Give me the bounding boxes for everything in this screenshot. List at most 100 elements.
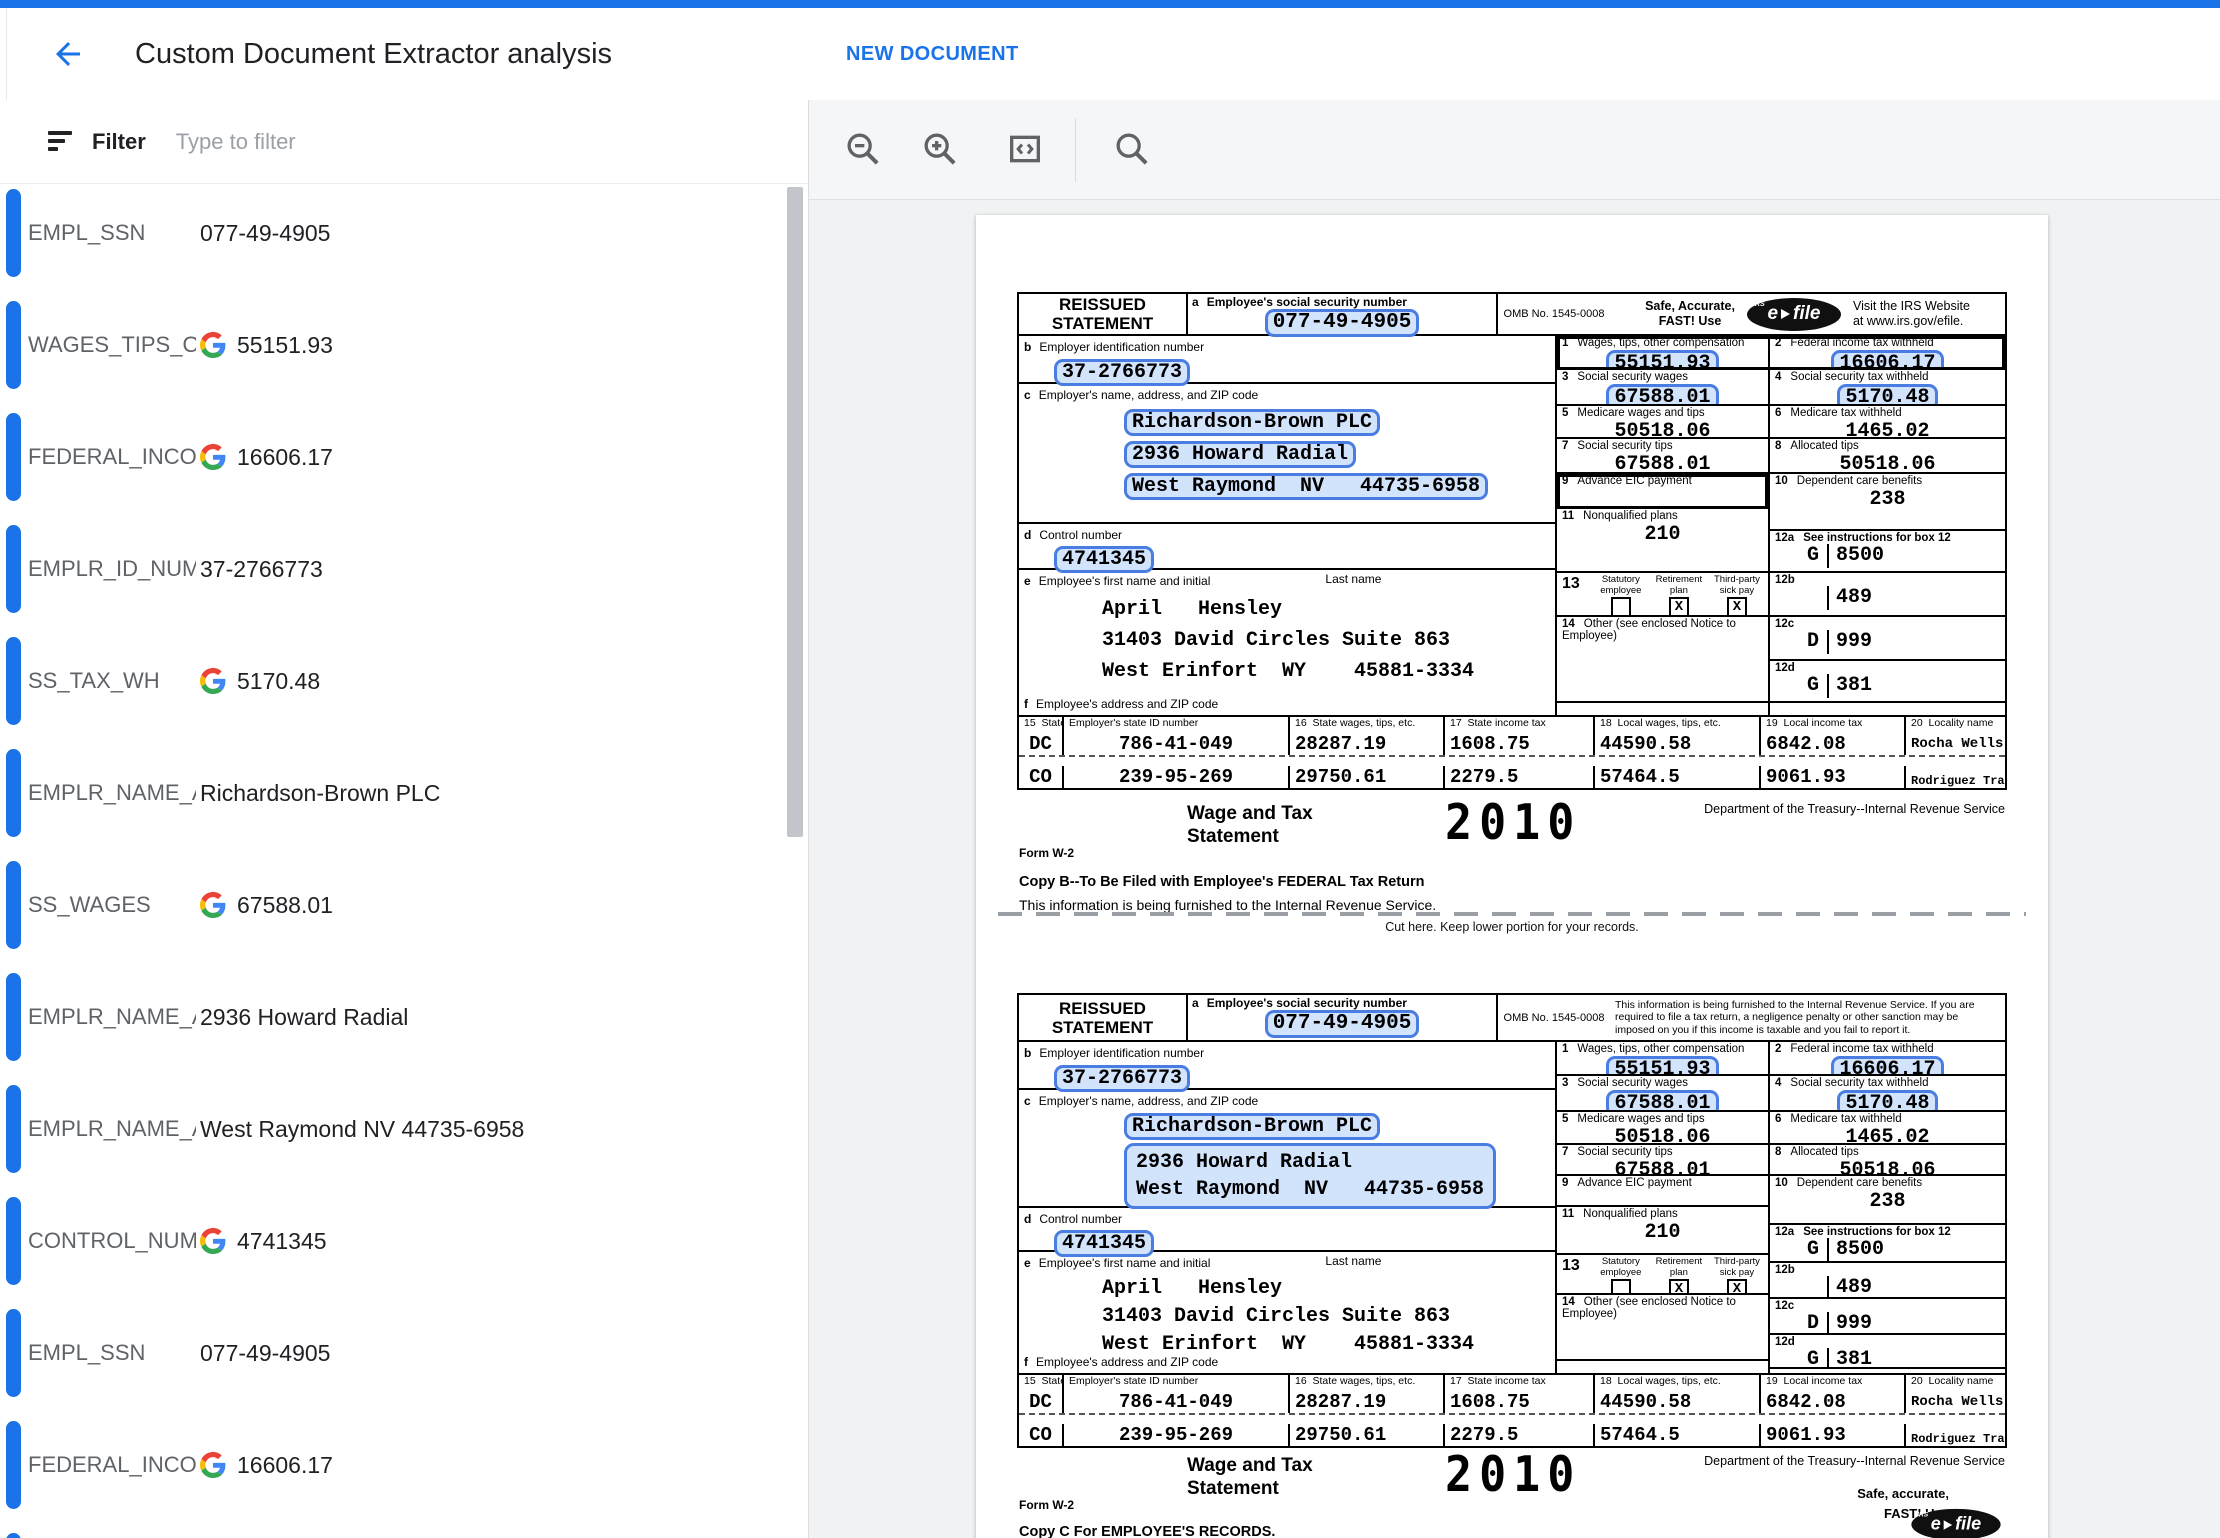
field-row-federal-income-2[interactable]: FEDERAL_INCOM…16606.17 (0, 1421, 790, 1509)
w2-box-c-employer: cEmployer's name, address, and ZIP code … (1019, 384, 1555, 524)
field-row-emplr-street[interactable]: EMPLR_NAME_AD…2936 Howard Radial (0, 973, 790, 1061)
address-group-highlight: 2936 Howard RadialWest Raymond NV 44735-… (1124, 1143, 1496, 1209)
filter-input[interactable] (174, 128, 698, 156)
efile-logo: IRSefile (1747, 298, 1841, 331)
w2-box13-checkboxes: 13 Statutory employee Retirement planX T… (1557, 573, 1768, 617)
w2-box9: 9Advance EIC payment (1557, 474, 1768, 509)
w2-box-a-ssn: aEmployee's social security number 077-4… (1188, 995, 1498, 1040)
field-label: EMPLR_NAME_AD… (28, 1004, 196, 1030)
w2-box14: 14Other (see enclosed Notice to Employee… (1557, 617, 1768, 703)
efile-logo: IRSefile (1911, 1509, 2000, 1538)
filter-label: Filter (92, 129, 146, 155)
field-highlight-bar (6, 1533, 21, 1538)
w2-box14: 14Other (see enclosed Notice to Employee… (1557, 1295, 1768, 1361)
w2-footer-copy-b: Wage and TaxStatement Form W-2 2010 Depa… (1017, 790, 2007, 925)
w2-box-b-ein: bEmployer identification number 37-27667… (1019, 1042, 1555, 1090)
document-viewer: REISSUEDSTATEMENT aEmployee's social sec… (809, 100, 2220, 1538)
field-value: 5170.48 (200, 668, 320, 695)
crop-region-button[interactable] (1003, 127, 1047, 171)
search-button[interactable] (1110, 127, 1154, 171)
field-row-emplr-id[interactable]: EMPLR_ID_NUMB…37-2766773 (0, 525, 790, 613)
field-row-control-number[interactable]: CONTROL_NUMBER4741345 (0, 1197, 790, 1285)
field-row-emplr-name[interactable]: EMPLR_NAME_AD…Richardson-Brown PLC (0, 749, 790, 837)
w2-box12b: 12b489 (1770, 1263, 2005, 1299)
w2-box-e-employee: eEmployee's first name and initialLast n… (1019, 570, 1555, 703)
list-scrollbar-thumb[interactable] (787, 187, 803, 837)
new-document-button[interactable]: NEW DOCUMENT (846, 8, 1019, 100)
w2-box-b-ein: bEmployer identification number 37-27667… (1019, 336, 1555, 384)
statutory-checkbox (1611, 1279, 1631, 1295)
top-accent-bar (0, 0, 2220, 8)
app-header: Custom Document Extractor analysis NEW D… (0, 8, 2220, 101)
field-row-ss-wages[interactable]: SS_WAGES67588.01 (0, 861, 790, 949)
document-viewport[interactable]: REISSUEDSTATEMENT aEmployee's social sec… (809, 199, 2220, 1538)
cut-here-dashed-line (998, 912, 2026, 916)
field-value: 077-49-4905 (200, 1340, 330, 1367)
field-row-emplr-city[interactable]: EMPLR_NAME_AD…West Raymond NV 44735-6958 (0, 1085, 790, 1173)
w2-box-c-employer: cEmployer's name, address, and ZIP code … (1019, 1090, 1555, 1208)
w2-omb: OMB No. 1545-0008 (1498, 995, 1610, 1040)
w2-footer-copy-c: Wage and TaxStatement Form W-2 2010 Depa… (1017, 1448, 2007, 1538)
field-label: FEDERAL_INCOM… (28, 444, 196, 470)
search-icon (1112, 129, 1152, 169)
w2-box4: 4Social security tax withheld5170.48 (1770, 1076, 2005, 1112)
w2-box2: 2Federal income tax withheld16606.17 (1770, 1042, 2005, 1076)
zoom-out-button[interactable] (841, 127, 885, 171)
field-label: EMPLR_ID_NUMB… (28, 556, 196, 582)
google-icon (200, 1452, 226, 1478)
zoom-in-button[interactable] (918, 127, 962, 171)
efile-arrow-icon (1944, 1520, 1953, 1530)
field-value: 37-2766773 (200, 556, 323, 583)
w2-year: 2010 (1445, 794, 1581, 851)
field-value: 16606.17 (200, 1452, 333, 1479)
w2-box12c: 12cD999 (1770, 1299, 2005, 1335)
filter-bar: Filter (0, 100, 808, 184)
field-row-federal-income[interactable]: FEDERAL_INCOM…16606.17 (0, 413, 790, 501)
back-button[interactable] (46, 34, 90, 78)
field-highlight-bar (6, 861, 21, 949)
field-highlight-bar (6, 749, 21, 837)
filter-sort-icon (48, 131, 74, 153)
w2-box1: 1Wages, tips, other compensation55151.93 (1557, 336, 1768, 370)
state-row-dc: DC786-41-04928287.191608.7544590.586842.… (1019, 733, 2005, 757)
field-row-empl-ssn-2[interactable]: EMPL_SSN077-49-4905 (0, 1309, 790, 1397)
state-row-co: CO239-95-26929750.612279.557464.59061.93… (1019, 1415, 2005, 1446)
field-value: 077-49-4905 (200, 220, 330, 247)
crop-region-icon (1005, 129, 1045, 169)
state-row-dc: DC786-41-04928287.191608.7544590.586842.… (1019, 1391, 2005, 1415)
field-row-wages-tips[interactable]: WAGES_TIPS_OT…55151.93 (0, 301, 790, 389)
w2-box4: 4Social security tax withheld5170.48 (1770, 370, 2005, 406)
ssn-highlight: 077-49-4905 (1265, 309, 1420, 337)
w2-box11: 11Nonqualified plans210 (1557, 1207, 1768, 1255)
field-value: 2936 Howard Radial (200, 1004, 408, 1031)
field-highlight-bar (6, 1421, 21, 1509)
zoom-in-icon (920, 129, 960, 169)
w2-box5: 5Medicare wages and tips50518.06 (1557, 406, 1768, 439)
thirdparty-checkbox: X (1727, 597, 1747, 617)
w2-box3: 3Social security wages67588.01 (1557, 370, 1768, 406)
field-highlight-bar (6, 973, 21, 1061)
w2-box-f-label: fEmployee's address and ZIP code (1019, 1361, 1555, 1373)
retirement-checkbox: X (1669, 1279, 1689, 1295)
ssn-highlight: 077-49-4905 (1265, 1010, 1420, 1038)
w2-box-d-control: dControl number 4741345 (1019, 1208, 1555, 1252)
w2-box13-checkboxes: 13 Statutory employee Retirement planX T… (1557, 1255, 1768, 1295)
w2-top-right: Safe, Accurate,FAST! Use IRSefile Visit … (1610, 294, 2005, 334)
page-title: Custom Document Extractor analysis (135, 8, 612, 100)
w2-reissued: REISSUEDSTATEMENT (1019, 294, 1188, 334)
field-row-partial[interactable] (0, 1533, 790, 1538)
google-icon (200, 444, 226, 470)
arrow-back-icon (50, 36, 86, 77)
w2-box-f-label: fEmployee's address and ZIP code (1019, 703, 1555, 715)
field-label: FEDERAL_INCOM… (28, 1452, 196, 1478)
extracted-fields-panel: Filter EMPL_SSN077-49-4905 WAGES_TIPS_OT… (0, 100, 809, 1538)
google-icon (200, 892, 226, 918)
w2-box9: 9Advance EIC payment (1557, 1176, 1768, 1207)
w2-form-copy-c: REISSUEDSTATEMENT aEmployee's social sec… (1017, 993, 2007, 1538)
state-row-co: CO239-95-26929750.612279.557464.59061.93… (1019, 757, 2005, 788)
statutory-checkbox (1611, 597, 1631, 617)
thirdparty-checkbox: X (1727, 1279, 1747, 1295)
field-label: SS_TAX_WH (28, 668, 196, 694)
field-row-ss-tax-wh[interactable]: SS_TAX_WH5170.48 (0, 637, 790, 725)
field-row-empl-ssn[interactable]: EMPL_SSN077-49-4905 (0, 189, 790, 277)
